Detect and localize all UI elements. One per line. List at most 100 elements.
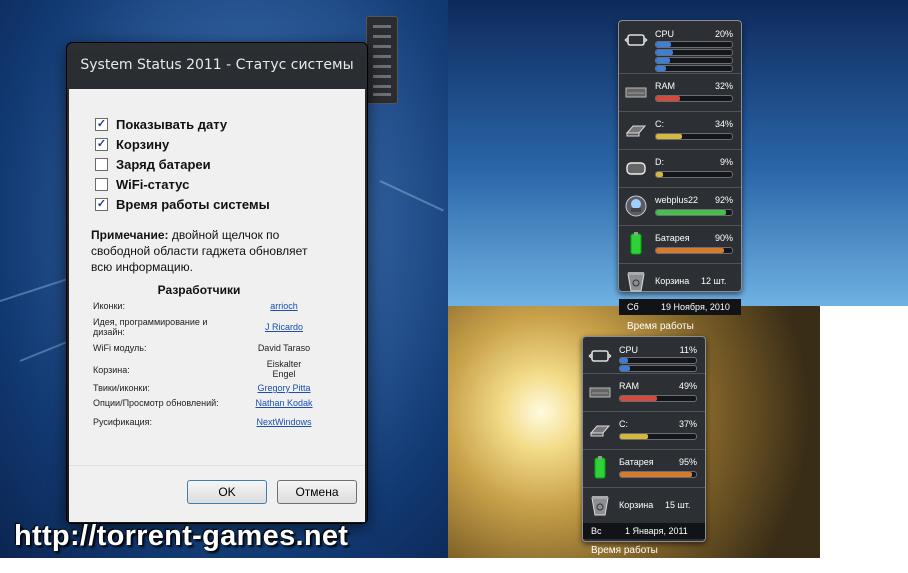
metric-bar: [655, 133, 733, 140]
metric-bar-fill: [656, 96, 681, 101]
metric-label: C:: [655, 119, 664, 129]
drive-c-icon: [625, 125, 647, 137]
credit-link[interactable]: Nathan Kodak: [243, 398, 325, 408]
trash-count: 12 шт.: [701, 276, 727, 286]
metric-bar-fill: [656, 50, 674, 55]
date-label: 19 Ноября, 2010: [661, 302, 730, 312]
uptime-title: Время работы: [591, 545, 658, 556]
metric-bar: [655, 41, 733, 48]
date-bar: Сб 19 Ноября, 2010: [619, 299, 741, 315]
system-status-gadget[interactable]: CPU 20% RAM 32% C: 34% D: 9% webplus22 92% Батарея…: [618, 20, 742, 345]
metric-bar-fill: [620, 366, 630, 371]
credit-name: Eiskalter Engel: [266, 359, 302, 379]
checkbox[interactable]: ✓: [95, 138, 108, 151]
ok-button[interactable]: OK: [187, 480, 267, 504]
option-trash[interactable]: ✓ Корзину: [95, 137, 169, 152]
metric-value: 32%: [714, 81, 733, 91]
metric-bar: [619, 433, 697, 440]
checkbox[interactable]: ✓: [95, 118, 108, 131]
gadget-row-батарея: Батарея 95%: [583, 449, 705, 488]
credit-link[interactable]: arrioch: [243, 301, 325, 311]
option-battery[interactable]: Заряд батареи: [95, 157, 211, 172]
cpu-icon: [588, 350, 612, 362]
battery-icon: [594, 456, 606, 479]
metric-bar-fill: [656, 210, 726, 215]
gadget-row-c: C: 37%: [583, 411, 705, 450]
wifi-icon: [625, 195, 647, 217]
dialog-title: System Status 2011 - Статус системы: [80, 57, 354, 73]
metric-label: RAM: [655, 81, 675, 91]
drive-d-icon: [623, 155, 649, 181]
trash-label: Корзина: [619, 500, 654, 510]
metric-value: 34%: [714, 119, 733, 129]
uptime-section: Время работы 0 дн., 2 ч 44 мин: [583, 539, 705, 573]
cpu-icon: [624, 34, 648, 46]
metric-label: webplus22: [655, 195, 699, 205]
metric-bar-fill: [656, 42, 672, 47]
system-status-gadget[interactable]: CPU 11% RAM 49% C: 37% Батарея 95% Корзина 15 шт.…: [582, 336, 706, 569]
battery-icon: [630, 232, 642, 255]
credit-link[interactable]: J Ricardo: [243, 322, 325, 332]
date-bar: Вс 1 Января, 2011: [583, 523, 705, 539]
cancel-button[interactable]: Отмена: [277, 480, 357, 504]
mini-gadget-thumbnail[interactable]: [366, 16, 398, 104]
ram-icon: [625, 87, 647, 98]
wifi-icon: [623, 193, 649, 219]
gadget-row-ram: RAM 49%: [583, 373, 705, 412]
metric-label: Батарея: [655, 233, 690, 243]
metric-bar: [619, 365, 697, 372]
metric-label: D:: [655, 157, 664, 167]
metric-value: 20%: [714, 29, 733, 39]
metric-label: RAM: [619, 381, 639, 391]
trash-icon: [627, 272, 645, 292]
credit-link[interactable]: Gregory Pitta: [243, 383, 325, 393]
gadget-row-webplus22: webplus22 92%: [619, 187, 741, 226]
metric-value: 37%: [678, 419, 697, 429]
battery-icon: [623, 231, 649, 257]
gadget-row-батарея: Батарея 90%: [619, 225, 741, 264]
uptime-value: 0 дн., 2 ч 44 мин: [591, 559, 660, 569]
checkbox[interactable]: [95, 178, 108, 191]
metric-bar-fill: [656, 58, 670, 63]
uptime-title: Время работы: [627, 321, 694, 332]
drive-d-icon: [626, 162, 646, 175]
metric-value: 92%: [714, 195, 733, 205]
metric-bar-fill: [620, 358, 629, 363]
gadget-row-trash: Корзина 12 шт.: [619, 263, 741, 300]
day-label: Сб: [627, 302, 639, 312]
metric-bar-fill: [656, 66, 666, 71]
metric-bar: [619, 357, 697, 364]
gadget-row-trash: Корзина 15 шт.: [583, 487, 705, 524]
metric-bar-fill: [620, 472, 693, 477]
dialog-content: ✓ Показывать дату ✓ Корзину Заряд батаре…: [69, 89, 365, 465]
note-text: Примечание: двойной щелчок по свободной …: [91, 227, 331, 275]
dialog-footer: OK Отмена: [69, 465, 365, 522]
watermark-url: http://torrent-games.net: [14, 520, 349, 552]
settings-dialog: System Status 2011 - Статус системы ✓ По…: [66, 42, 368, 524]
date-label: 1 Января, 2011: [625, 526, 688, 536]
credit-link[interactable]: NextWindows: [243, 417, 325, 427]
metric-value: 95%: [678, 457, 697, 467]
option-uptime[interactable]: ✓ Время работы системы: [95, 197, 270, 212]
cpu-icon: [587, 343, 613, 369]
metric-bar: [655, 49, 733, 56]
gadget-row-ram: RAM 32%: [619, 73, 741, 112]
metric-bar-fill: [656, 134, 682, 139]
checkbox[interactable]: [95, 158, 108, 171]
option-show-date[interactable]: ✓ Показывать дату: [95, 117, 227, 132]
option-wifi[interactable]: WiFi-статус: [95, 177, 189, 192]
metric-bar: [655, 247, 733, 254]
note-label: Примечание:: [91, 228, 169, 242]
metric-bar: [655, 65, 733, 72]
metric-bar-fill: [620, 434, 649, 439]
metric-bar: [655, 209, 733, 216]
cpu-icon: [623, 27, 649, 53]
drive-c-icon: [587, 417, 613, 443]
trash-icon: [587, 492, 613, 518]
metric-value: 9%: [719, 157, 733, 167]
trash-icon: [623, 268, 649, 294]
metric-bar-fill: [620, 396, 658, 401]
checkbox[interactable]: ✓: [95, 198, 108, 211]
metric-value: 49%: [678, 381, 697, 391]
gadget-row-c: C: 34%: [619, 111, 741, 150]
